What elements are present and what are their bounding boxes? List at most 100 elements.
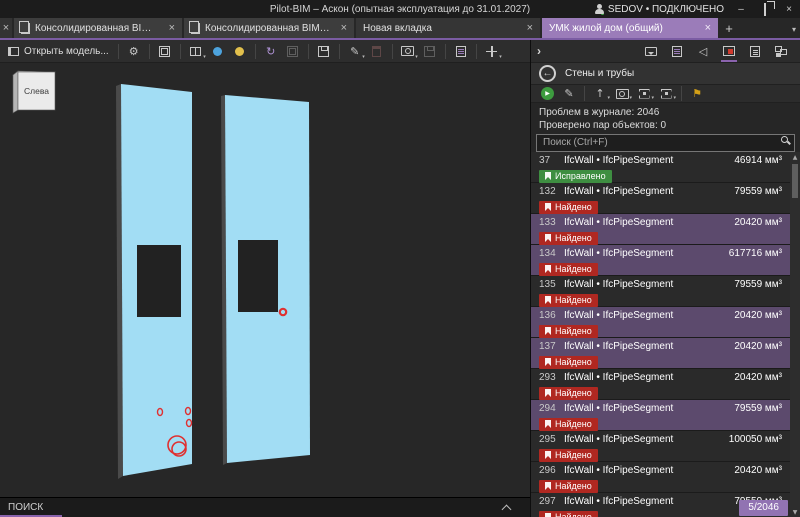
issue-value: 617716 мм³ bbox=[729, 247, 782, 260]
bookmark-icon bbox=[545, 482, 551, 490]
toolbar-separator bbox=[392, 44, 393, 59]
issue-row[interactable]: 37 IfcWall • IfcPipeSegment 46914 мм³ Ис… bbox=[531, 152, 790, 183]
yellow-marker-button[interactable] bbox=[230, 42, 250, 61]
tab-close-icon[interactable]: × bbox=[337, 22, 347, 34]
tab-new-tab[interactable]: Новая вкладка × bbox=[356, 18, 540, 38]
save-button[interactable] bbox=[314, 42, 334, 61]
list-scrollbar[interactable]: ▲ ▼ bbox=[790, 152, 800, 517]
status-badge: Найдено bbox=[539, 294, 598, 307]
back-button[interactable]: ← bbox=[539, 65, 556, 82]
status-label: Найдено bbox=[555, 388, 592, 398]
comments-tab-button[interactable] bbox=[638, 41, 664, 62]
trash-icon bbox=[372, 46, 381, 57]
tab-bim-model-2[interactable]: Консолидированная BIM-модель × bbox=[184, 18, 354, 38]
tab-close-partial[interactable]: × bbox=[0, 18, 12, 38]
tab-close-icon[interactable]: × bbox=[165, 22, 175, 34]
scroll-down-icon[interactable]: ▼ bbox=[790, 507, 800, 517]
view-mode-button[interactable]: ▾ bbox=[612, 86, 632, 102]
search-icon[interactable] bbox=[781, 136, 788, 143]
issue-row[interactable]: 133 IfcWall • IfcPipeSegment 20420 мм³ Н… bbox=[531, 214, 790, 245]
move-cross-icon bbox=[486, 46, 497, 57]
measure-button[interactable]: ✎▾ bbox=[345, 42, 365, 61]
panel-title-row: ← Стены и трубы bbox=[531, 63, 800, 85]
issue-value: 20420 мм³ bbox=[734, 371, 782, 384]
issue-row[interactable]: 136 IfcWall • IfcPipeSegment 20420 мм³ Н… bbox=[531, 307, 790, 338]
open-model-button[interactable]: Открыть модель... bbox=[4, 42, 113, 61]
tab-bim-model-1[interactable]: Консолидированная BIM-модель × bbox=[14, 18, 182, 38]
collapse-panel-button[interactable]: › bbox=[537, 44, 541, 58]
settings-gear-button[interactable]: ⚙ bbox=[124, 42, 144, 61]
close-button[interactable]: × bbox=[782, 4, 796, 15]
expand-panel-chevron-icon[interactable] bbox=[502, 505, 512, 515]
user-label: SEDOV • ПОДКЛЮЧЕНО bbox=[608, 4, 724, 15]
new-tab-button[interactable]: + bbox=[720, 18, 738, 38]
pan-move-button[interactable]: ▾ bbox=[482, 42, 502, 61]
collision-check-tab-button[interactable] bbox=[716, 41, 742, 62]
wall-panel-left[interactable] bbox=[116, 84, 192, 479]
status-badge: Найдено bbox=[539, 387, 598, 400]
bookmark-icon bbox=[545, 172, 551, 180]
tasks-tab-button[interactable] bbox=[664, 41, 690, 62]
issue-row[interactable]: 295 IfcWall • IfcPipeSegment 100050 мм³ … bbox=[531, 431, 790, 462]
section-view-button[interactable]: ▾ bbox=[186, 42, 206, 61]
model-scene: Слева bbox=[0, 63, 530, 497]
model-viewport[interactable]: Слева bbox=[0, 63, 530, 497]
window-titlebar: Pilot-BIM – Аскон (опытная эксплуатация … bbox=[0, 0, 800, 18]
tab-umk-house-active[interactable]: УМК жилой дом (общий) × bbox=[542, 18, 718, 38]
delete-button bbox=[367, 42, 387, 61]
report-export-button[interactable] bbox=[451, 42, 471, 61]
tab-close-icon[interactable]: × bbox=[523, 22, 533, 34]
issue-id: 37 bbox=[539, 154, 557, 167]
issue-id: 295 bbox=[539, 433, 557, 446]
issue-row[interactable]: 293 IfcWall • IfcPipeSegment 20420 мм³ Н… bbox=[531, 369, 790, 400]
journal-problems-count: Проблем в журнале: 2046 bbox=[539, 106, 792, 119]
selection-frame-button[interactable] bbox=[155, 42, 175, 61]
isolate-a-button[interactable]: ▾ bbox=[634, 86, 654, 102]
issue-row[interactable]: 135 IfcWall • IfcPipeSegment 79559 мм³ Н… bbox=[531, 276, 790, 307]
wall-panel-right[interactable] bbox=[221, 95, 310, 465]
tab-overflow-button[interactable]: ▾ bbox=[792, 18, 796, 40]
section-icon bbox=[190, 47, 201, 56]
search-status-label[interactable]: ПОИСК bbox=[8, 502, 43, 513]
rotate-button[interactable]: ↻ bbox=[261, 42, 281, 61]
svg-text:Слева: Слева bbox=[24, 86, 49, 96]
status-badge: Найдено bbox=[539, 263, 598, 276]
scroll-thumb[interactable] bbox=[792, 164, 798, 198]
search-input[interactable] bbox=[536, 134, 795, 152]
issue-row[interactable]: 294 IfcWall • IfcPipeSegment 79559 мм³ Н… bbox=[531, 400, 790, 431]
toolbar-separator bbox=[118, 44, 119, 59]
status-label: Найдено bbox=[555, 357, 592, 367]
document-tab-button[interactable] bbox=[742, 41, 768, 62]
scroll-up-icon[interactable]: ▲ bbox=[790, 152, 800, 162]
issue-value: 20420 мм³ bbox=[734, 216, 782, 229]
issue-row[interactable]: 134 IfcWall • IfcPipeSegment 617716 мм³ … bbox=[531, 245, 790, 276]
run-check-button[interactable]: ▶ bbox=[537, 86, 557, 102]
issue-value: 79559 мм³ bbox=[734, 185, 782, 198]
edit-check-button[interactable]: ✎ bbox=[559, 86, 579, 102]
selection-frame-icon bbox=[159, 46, 170, 57]
toolbar-separator bbox=[308, 44, 309, 59]
status-badge: Исправлено bbox=[539, 170, 612, 183]
issue-id: 133 bbox=[539, 216, 557, 229]
bookmark-flag-button[interactable]: ⚑ bbox=[687, 86, 707, 102]
toolbar-separator bbox=[681, 86, 682, 101]
issue-id: 134 bbox=[539, 247, 557, 260]
navigation-cube[interactable]: Слева bbox=[13, 71, 55, 113]
issue-row[interactable]: 137 IfcWall • IfcPipeSegment 20420 мм³ Н… bbox=[531, 338, 790, 369]
cursor-mode-button[interactable]: ↑▾ bbox=[590, 86, 610, 102]
tab-close-icon[interactable]: × bbox=[701, 22, 711, 34]
isolate-b-button[interactable]: ▾ bbox=[656, 86, 676, 102]
flags-tab-button[interactable]: ◁ bbox=[690, 41, 716, 62]
issue-type: IfcWall • IfcPipeSegment bbox=[564, 495, 727, 508]
camera-button[interactable]: ▾ bbox=[398, 42, 418, 61]
status-label: Исправлено bbox=[555, 171, 606, 181]
issue-row[interactable]: 132 IfcWall • IfcPipeSegment 79559 мм³ Н… bbox=[531, 183, 790, 214]
minimize-button[interactable]: – bbox=[734, 4, 748, 15]
user-status[interactable]: SEDOV • ПОДКЛЮЧЕНО bbox=[594, 4, 724, 15]
document-icon bbox=[21, 23, 30, 34]
structure-tab-button[interactable] bbox=[768, 41, 794, 62]
panel-title: Стены и трубы bbox=[565, 68, 634, 79]
blue-marker-button[interactable] bbox=[208, 42, 228, 61]
restore-button[interactable] bbox=[758, 4, 772, 15]
issue-row[interactable]: 296 IfcWall • IfcPipeSegment 20420 мм³ Н… bbox=[531, 462, 790, 493]
